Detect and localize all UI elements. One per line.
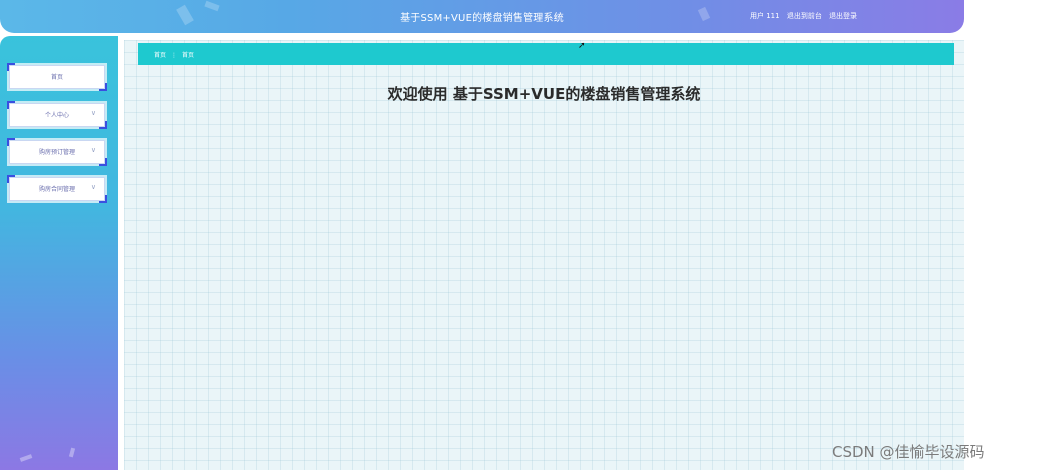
main-content: 首页 ⋮ 首页 欢迎使用 基于SSM+VUE的楼盘销售管理系统 [124,40,964,470]
user-label: 用户 111 [750,12,780,20]
sidebar-item-personal-center[interactable]: 个人中心 ∨ [7,101,107,129]
chevron-down-icon: ∨ [90,109,96,117]
watermark: CSDN @佳愉毕设源码 [832,443,985,461]
sidebar-item-reservation-management[interactable]: 购房预订管理 ∨ [7,138,107,166]
breadcrumb-separator: ⋮ [171,52,178,59]
breadcrumb-bar: 首页 ⋮ 首页 [138,43,954,65]
top-header: 基于SSM+VUE的楼盘销售管理系统 用户 111 退出到前台 退出登录 [0,0,964,33]
welcome-heading: 欢迎使用 基于SSM+VUE的楼盘销售管理系统 [387,85,701,103]
back-to-front-link[interactable]: 退出到前台 [787,12,822,20]
chevron-down-icon: ∨ [90,146,96,154]
sidebar: 首页 个人中心 ∨ 购房预订管理 ∨ 购房合同管理 ∨ [0,36,118,470]
sidebar-decoration [68,447,76,458]
logout-link[interactable]: 退出登录 [829,12,857,20]
header-links: 用户 111 退出到前台 退出登录 [750,11,862,21]
breadcrumb: 首页 ⋮ 首页 [154,50,194,59]
breadcrumb-home-link[interactable]: 首页 [154,52,166,59]
sidebar-item-contract-management[interactable]: 购房合同管理 ∨ [7,175,107,203]
sidebar-item-home[interactable]: 首页 [7,63,107,91]
sidebar-decoration [19,454,33,462]
breadcrumb-current: 首页 [182,52,195,59]
mouse-cursor-icon: ➚ [578,41,586,51]
sidebar-item-label: 首页 [50,74,63,81]
chevron-down-icon: ∨ [90,183,96,191]
